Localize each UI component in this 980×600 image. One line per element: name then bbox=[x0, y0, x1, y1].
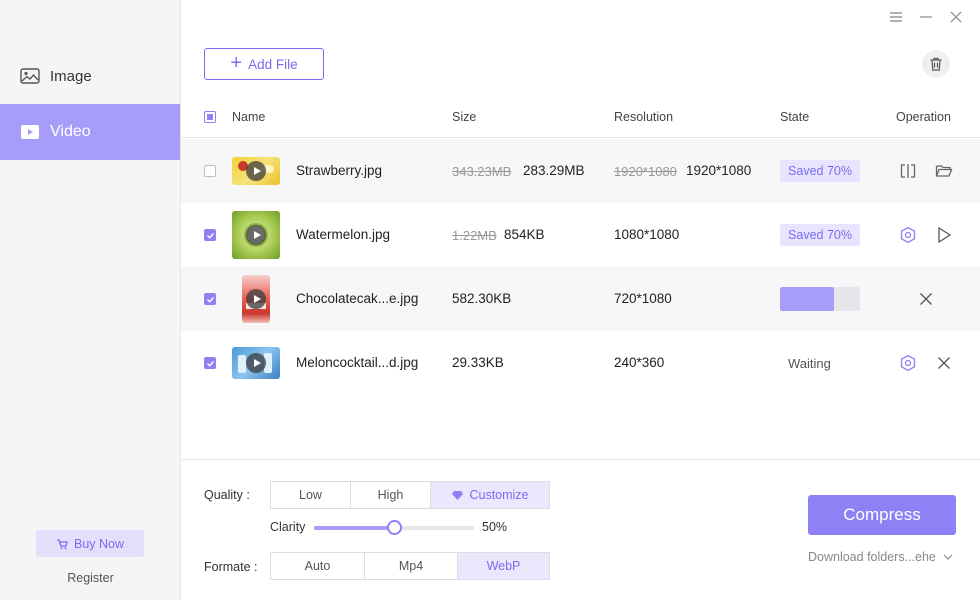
image-icon bbox=[20, 68, 40, 84]
plus-icon: + bbox=[230, 52, 243, 74]
video-thumbnail[interactable] bbox=[232, 211, 280, 259]
diamond-icon bbox=[451, 490, 464, 501]
video-thumbnail[interactable] bbox=[232, 339, 280, 387]
progress-fill bbox=[780, 287, 835, 311]
play-icon[interactable] bbox=[934, 225, 954, 245]
close-icon[interactable] bbox=[934, 353, 954, 373]
table-row: Watermelon.jpg 1.22MB 854KB 1080*1080 Sa… bbox=[181, 203, 980, 267]
compressed-size: 283.29MB bbox=[523, 163, 585, 178]
sidebar-item-video[interactable]: Video bbox=[0, 104, 180, 160]
settings-icon[interactable] bbox=[898, 353, 918, 373]
column-state: State bbox=[780, 110, 810, 124]
compare-icon[interactable] bbox=[898, 161, 918, 181]
compressed-size: 854KB bbox=[504, 227, 545, 242]
file-name: Chocolatecak...e.jpg bbox=[296, 291, 419, 306]
column-operation: Operation bbox=[896, 110, 951, 124]
column-resolution: Resolution bbox=[614, 110, 674, 124]
settings-icon[interactable] bbox=[898, 225, 918, 245]
video-thumbnail[interactable] bbox=[232, 275, 280, 323]
download-folder-label: Download folders...ehe bbox=[808, 550, 936, 564]
menu-icon[interactable] bbox=[887, 8, 905, 26]
column-size: Size bbox=[452, 110, 477, 124]
close-icon[interactable] bbox=[947, 8, 965, 26]
quality-option-customize[interactable]: Customize bbox=[431, 482, 549, 508]
table-row: Meloncocktail...d.jpg 29.33KB 240*360 Wa… bbox=[181, 331, 980, 395]
status-badge: Saved 70% bbox=[780, 224, 860, 246]
compress-button[interactable]: Compress bbox=[808, 495, 956, 535]
play-icon bbox=[246, 161, 266, 181]
clarity-slider-fill bbox=[314, 526, 394, 530]
play-icon bbox=[246, 289, 266, 309]
resolution: 1920*1080 bbox=[686, 163, 752, 178]
close-icon[interactable] bbox=[916, 289, 936, 309]
customize-label: Customize bbox=[469, 488, 529, 502]
clarity-label: Clarity bbox=[270, 520, 306, 534]
clarity-value: 50% bbox=[482, 520, 508, 534]
folder-icon[interactable] bbox=[934, 161, 954, 181]
resolution: 720*1080 bbox=[614, 291, 672, 306]
file-name: Strawberry.jpg bbox=[296, 163, 383, 178]
add-file-label: Add File bbox=[248, 56, 298, 72]
sidebar: Image Video Buy Now Register bbox=[0, 0, 181, 600]
column-name: Name bbox=[232, 110, 266, 124]
quality-selector: Low High Customize bbox=[270, 481, 550, 509]
original-size: 1.22MB bbox=[452, 228, 497, 243]
play-icon bbox=[246, 353, 266, 373]
quality-option-high[interactable]: High bbox=[351, 482, 431, 508]
original-resolution: 1920*1080 bbox=[614, 164, 677, 179]
quality-option-low[interactable]: Low bbox=[271, 482, 351, 508]
cart-icon bbox=[56, 538, 68, 550]
format-selector: Auto Mp4 WebP bbox=[270, 552, 550, 580]
file-name: Watermelon.jpg bbox=[296, 227, 391, 242]
chevron-down-icon bbox=[943, 554, 953, 560]
status-text: Waiting bbox=[788, 356, 831, 371]
status-badge: Saved 70% bbox=[780, 160, 860, 182]
table-row: Chocolatecak...e.jpg 582.30KB 720*1080 bbox=[181, 267, 980, 331]
buy-now-button[interactable]: Buy Now bbox=[36, 530, 144, 557]
settings-panel: Quality : Low High Customize Clarity 50%… bbox=[181, 459, 980, 600]
quality-label: Quality : bbox=[204, 488, 250, 502]
video-thumbnail[interactable] bbox=[232, 147, 280, 195]
format-option-auto[interactable]: Auto bbox=[271, 553, 365, 579]
compressed-size: 29.33KB bbox=[452, 355, 504, 370]
row-checkbox[interactable] bbox=[204, 293, 216, 305]
download-folder-select[interactable]: Download folders...ehe bbox=[808, 550, 953, 564]
row-checkbox[interactable] bbox=[204, 165, 216, 177]
row-checkbox[interactable] bbox=[204, 229, 216, 241]
play-icon bbox=[246, 225, 266, 245]
minimize-icon[interactable] bbox=[917, 8, 935, 26]
clarity-slider[interactable] bbox=[314, 520, 474, 535]
video-icon bbox=[20, 124, 40, 140]
compression-progress bbox=[780, 287, 860, 311]
add-file-button[interactable]: + Add File bbox=[204, 48, 324, 80]
file-name: Meloncocktail...d.jpg bbox=[296, 355, 419, 370]
compressed-size: 582.30KB bbox=[452, 291, 512, 306]
sidebar-item-label: Image bbox=[50, 67, 92, 85]
format-option-webp[interactable]: WebP bbox=[458, 553, 549, 579]
row-checkbox[interactable] bbox=[204, 357, 216, 369]
sidebar-item-image[interactable]: Image bbox=[0, 48, 180, 104]
resolution: 1080*1080 bbox=[614, 227, 680, 242]
select-all-checkbox[interactable] bbox=[204, 111, 216, 123]
clarity-slider-handle[interactable] bbox=[387, 520, 402, 535]
format-label: Formate : bbox=[204, 560, 258, 574]
resolution: 240*360 bbox=[614, 355, 665, 370]
original-size: 343.23MB bbox=[452, 164, 512, 179]
sidebar-item-label: Video bbox=[50, 123, 91, 140]
table-row: Strawberry.jpg 343.23MB 283.29MB 1920*10… bbox=[181, 139, 980, 203]
buy-now-label: Buy Now bbox=[73, 536, 125, 551]
format-option-mp4[interactable]: Mp4 bbox=[365, 553, 458, 579]
trash-icon[interactable] bbox=[922, 50, 950, 78]
table-header: Name Size Resolution State Operation bbox=[181, 100, 980, 138]
register-link[interactable]: Register bbox=[0, 571, 181, 585]
